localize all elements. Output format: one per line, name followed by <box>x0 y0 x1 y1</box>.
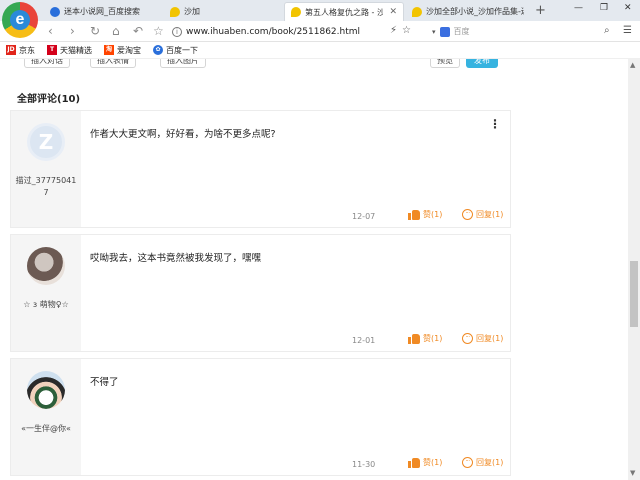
like-count: 赞(1) <box>423 210 443 219</box>
bookmark-label: 京东 <box>19 45 35 55</box>
tab-title: 沙加全部小说_沙加作品集-迷 <box>426 7 524 16</box>
dropdown-icon[interactable]: ▾ <box>432 28 436 36</box>
navigation-bar: ‹ › ↻ ⌂ ↶ ☆ i www.ihuaben.com/book/25118… <box>0 21 640 42</box>
preview-button[interactable]: 预览 <box>430 59 460 68</box>
comment-text: 不得了 <box>90 377 119 388</box>
jd-icon: JD <box>6 45 16 55</box>
bookmark-label: 天猫精选 <box>60 45 92 55</box>
comment-user: ☆ ɜ 萌物♀☆ <box>11 235 81 351</box>
reply-bubble-icon: ··· <box>462 333 473 344</box>
bookmark-taobao[interactable]: 淘 爱淘宝 <box>104 45 141 56</box>
tab-title: 迷本小说网_百度搜索 <box>64 7 140 16</box>
comments-title: 全部评论(10) <box>17 94 81 105</box>
browser-logo-icon[interactable]: e <box>2 2 38 38</box>
speech-bubble-icon <box>291 7 301 17</box>
tab-strip: e 迷本小说网_百度搜索 沙加 第五人格复仇之路 - 沙加 ✕ 沙加全部小说_沙… <box>0 0 640 38</box>
reply-count: 回复(1) <box>476 210 504 219</box>
undo-close-button[interactable]: ↶ <box>133 24 143 38</box>
comment-item: ☆ ɜ 萌物♀☆ 哎呦我去，这本书竟然被我发现了，嘿嘿 12-01 赞(1) ·… <box>10 234 511 352</box>
reply-count: 回复(1) <box>476 334 504 343</box>
tab-title: 第五人格复仇之路 - 沙加 <box>305 7 383 17</box>
like-button[interactable]: 赞(1) <box>408 209 442 220</box>
comment-item: Z 描过_377750417 作者大大更文啊，好好看，为啥不更多点呢? ⋮ 12… <box>10 110 511 228</box>
menu-icon[interactable]: ☰ <box>623 25 632 36</box>
comment-user: Z 描过_377750417 <box>11 111 81 227</box>
username[interactable]: 描过_377750417 <box>15 175 77 199</box>
speech-bubble-icon <box>170 6 180 17</box>
back-button[interactable]: ‹ <box>48 24 53 38</box>
forward-button[interactable]: › <box>70 24 75 38</box>
avatar[interactable] <box>27 371 65 409</box>
bookmark-tmall[interactable]: T 天猫精选 <box>47 45 92 56</box>
search-box[interactable]: ▾ 百度 <box>432 24 616 39</box>
bookmark-jd[interactable]: JD 京东 <box>6 45 35 56</box>
info-icon[interactable]: i <box>172 26 182 37</box>
url-tools[interactable]: ⚡☆ <box>390 25 416 36</box>
default-avatar-icon: Z <box>38 130 54 154</box>
close-icon[interactable]: ✕ <box>389 7 397 17</box>
scroll-up-arrow-icon[interactable]: ▲ <box>630 61 635 69</box>
publish-button[interactable]: 发布 <box>466 59 498 68</box>
avatar[interactable] <box>27 247 65 285</box>
reply-button[interactable]: ··· 回复(1) <box>462 457 503 468</box>
comment-user: «一生伴@你« <box>11 359 81 475</box>
username[interactable]: ☆ ɜ 萌物♀☆ <box>15 299 77 311</box>
like-button[interactable]: 赞(1) <box>408 333 442 344</box>
paw-icon <box>50 6 60 17</box>
tab-current-book[interactable]: 第五人格复仇之路 - 沙加 ✕ <box>284 2 404 21</box>
reply-button[interactable]: ··· 回复(1) <box>462 333 503 344</box>
restore-button[interactable]: ❐ <box>600 3 608 13</box>
scroll-down-arrow-icon[interactable]: ▼ <box>630 469 635 477</box>
comment-date: 12-07 <box>352 212 376 221</box>
baidu-paw-icon: ✿ <box>153 45 163 55</box>
bookmarks-bar: JD 京东 T 天猫精选 淘 爱淘宝 ✿ 百度一下 <box>0 42 640 59</box>
reply-bubble-icon: ··· <box>462 209 473 220</box>
username[interactable]: «一生伴@你« <box>15 423 77 435</box>
bookmark-baidu[interactable]: ✿ 百度一下 <box>153 45 198 56</box>
page-content: 插入对话 插入表情 插入图片 预览 发布 全部评论(10) Z 描过_37775… <box>0 59 628 480</box>
like-count: 赞(1) <box>423 334 443 343</box>
tmall-icon: T <box>47 45 57 55</box>
thumbs-up-icon <box>408 457 420 468</box>
new-tab-button[interactable]: + <box>535 3 546 18</box>
thumbs-up-icon <box>408 333 420 344</box>
like-count: 赞(1) <box>423 458 443 467</box>
insert-image-button[interactable]: 插入图片 <box>160 59 206 68</box>
tab-author-works[interactable]: 沙加全部小说_沙加作品集-迷 <box>406 2 530 21</box>
home-button[interactable]: ⌂ <box>112 24 120 38</box>
like-button[interactable]: 赞(1) <box>408 457 442 468</box>
bookmark-label: 爱淘宝 <box>117 45 141 55</box>
thumbs-up-icon <box>408 209 420 220</box>
tab-shajia[interactable]: 沙加 <box>164 2 280 21</box>
baidu-engine-icon[interactable] <box>439 26 450 37</box>
minimize-button[interactable]: — <box>574 3 583 13</box>
avatar[interactable]: Z <box>27 123 65 161</box>
reply-bubble-icon: ··· <box>462 457 473 468</box>
insert-dialog-button[interactable]: 插入对话 <box>24 59 70 68</box>
search-input[interactable]: 百度 <box>454 26 470 37</box>
more-options-icon[interactable]: ⋮ <box>489 117 501 131</box>
comment-text: 作者大大更文啊，好好看，为啥不更多点呢? <box>90 129 276 140</box>
tab-baidu-search[interactable]: 迷本小说网_百度搜索 <box>44 2 164 21</box>
reply-count: 回复(1) <box>476 458 504 467</box>
comment-text: 哎呦我去，这本书竟然被我发现了，嘿嘿 <box>90 253 262 264</box>
window-close-button[interactable]: ✕ <box>624 3 632 13</box>
comment-date: 11-30 <box>352 460 376 469</box>
search-icon[interactable]: ⌕ <box>604 25 610 36</box>
scroll-thumb[interactable] <box>630 261 638 327</box>
vertical-scrollbar[interactable]: ▲ ▼ <box>628 59 640 480</box>
favorite-star-button[interactable]: ☆ <box>153 24 164 38</box>
url-text[interactable]: www.ihuaben.com/book/2511862.html <box>186 27 360 37</box>
address-bar[interactable]: i www.ihuaben.com/book/2511862.html <box>172 23 416 40</box>
insert-emoji-button[interactable]: 插入表情 <box>90 59 136 68</box>
refresh-button[interactable]: ↻ <box>90 24 100 38</box>
comment-date: 12-01 <box>352 336 376 345</box>
taobao-icon: 淘 <box>104 45 114 55</box>
speech-bubble-icon <box>412 6 422 17</box>
reply-button[interactable]: ··· 回复(1) <box>462 209 503 220</box>
tab-title: 沙加 <box>184 7 200 16</box>
bookmark-label: 百度一下 <box>166 45 198 55</box>
editor-toolbar: 插入对话 插入表情 插入图片 预览 发布 <box>0 59 520 71</box>
comment-item: «一生伴@你« 不得了 11-30 赞(1) ··· 回复(1) <box>10 358 511 476</box>
